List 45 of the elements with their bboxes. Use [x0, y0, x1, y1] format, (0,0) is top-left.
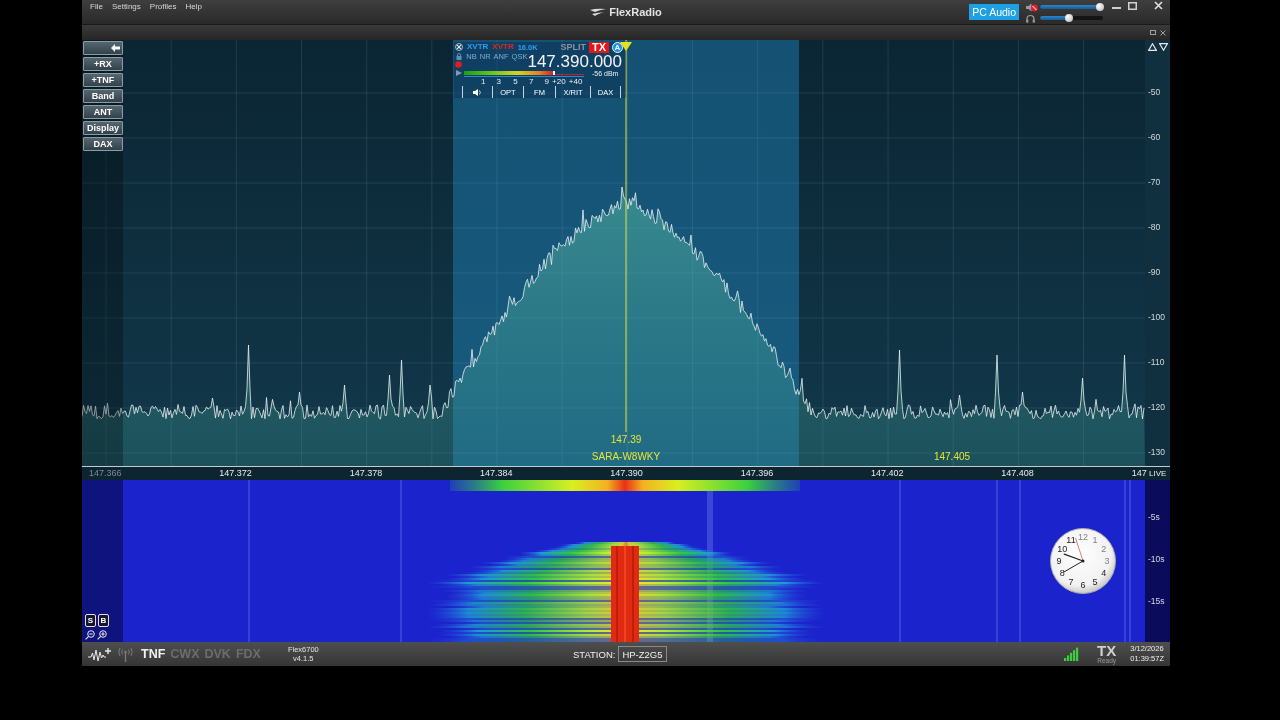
menu-item[interactable]: Settings — [111, 2, 141, 12]
status-toggle[interactable]: TNF — [141, 647, 166, 661]
menu-item[interactable]: Help — [185, 2, 202, 12]
slider-handle[interactable] — [1095, 3, 1104, 11]
db-scale-label: -120 — [1147, 402, 1165, 413]
frequency-label: 147 — [1131, 468, 1147, 479]
live-label: LIVE — [1149, 469, 1167, 478]
slider-handle[interactable] — [1064, 14, 1073, 22]
frequency-label: 147.366 — [89, 468, 122, 479]
menu-item[interactable]: Profiles — [149, 2, 177, 12]
time-scale-label: -10s — [1147, 554, 1165, 565]
db-scale-label: -70 — [1147, 177, 1161, 188]
volume-slider[interactable] — [1040, 16, 1103, 20]
frequency-label: 147.378 — [349, 468, 383, 479]
frequency-label: 147.408 — [1001, 468, 1034, 479]
db-scale-label: -100 — [1147, 312, 1165, 323]
headphones-icon — [1026, 13, 1035, 23]
logo-text: FlexRadio — [609, 6, 662, 18]
time-scale-label: -5s — [1147, 512, 1160, 523]
station-name[interactable]: HP-Z2G5 — [618, 646, 667, 662]
triangle-down-icon[interactable] — [1159, 43, 1168, 51]
triangle-up-icon[interactable] — [1148, 43, 1157, 51]
window-icon[interactable] — [1150, 30, 1156, 35]
logo-icon — [590, 7, 607, 17]
frequency-label: 147.372 — [219, 468, 252, 479]
frequency-label: 147.402 — [870, 468, 904, 479]
db-scale-label: -90 — [1147, 267, 1161, 278]
close-icon[interactable] — [1160, 29, 1166, 36]
menu-item[interactable]: File — [90, 2, 103, 12]
time-scale-label: -15s — [1147, 596, 1165, 607]
signal-bars-icon — [1064, 647, 1080, 661]
speaker-muted-icon[interactable] — [1026, 2, 1038, 12]
station-label: STATION: — [573, 648, 616, 660]
antenna-icon[interactable] — [118, 646, 133, 662]
frequency-label: 147.390 — [610, 468, 643, 479]
db-scale-label: -80 — [1147, 222, 1161, 233]
db-scale-label: -130 — [1147, 447, 1165, 458]
tx-indicator: TX — [1097, 644, 1117, 657]
frequency-label: 147.384 — [480, 468, 513, 479]
maximize-icon[interactable] — [1128, 1, 1137, 10]
db-scale-label: -50 — [1147, 87, 1161, 98]
frequency-label: 147.396 — [740, 468, 774, 479]
db-scale-label: -110 — [1147, 357, 1165, 368]
db-scale-label: -60 — [1147, 132, 1161, 143]
waveform-plus-icon[interactable] — [88, 646, 112, 662]
